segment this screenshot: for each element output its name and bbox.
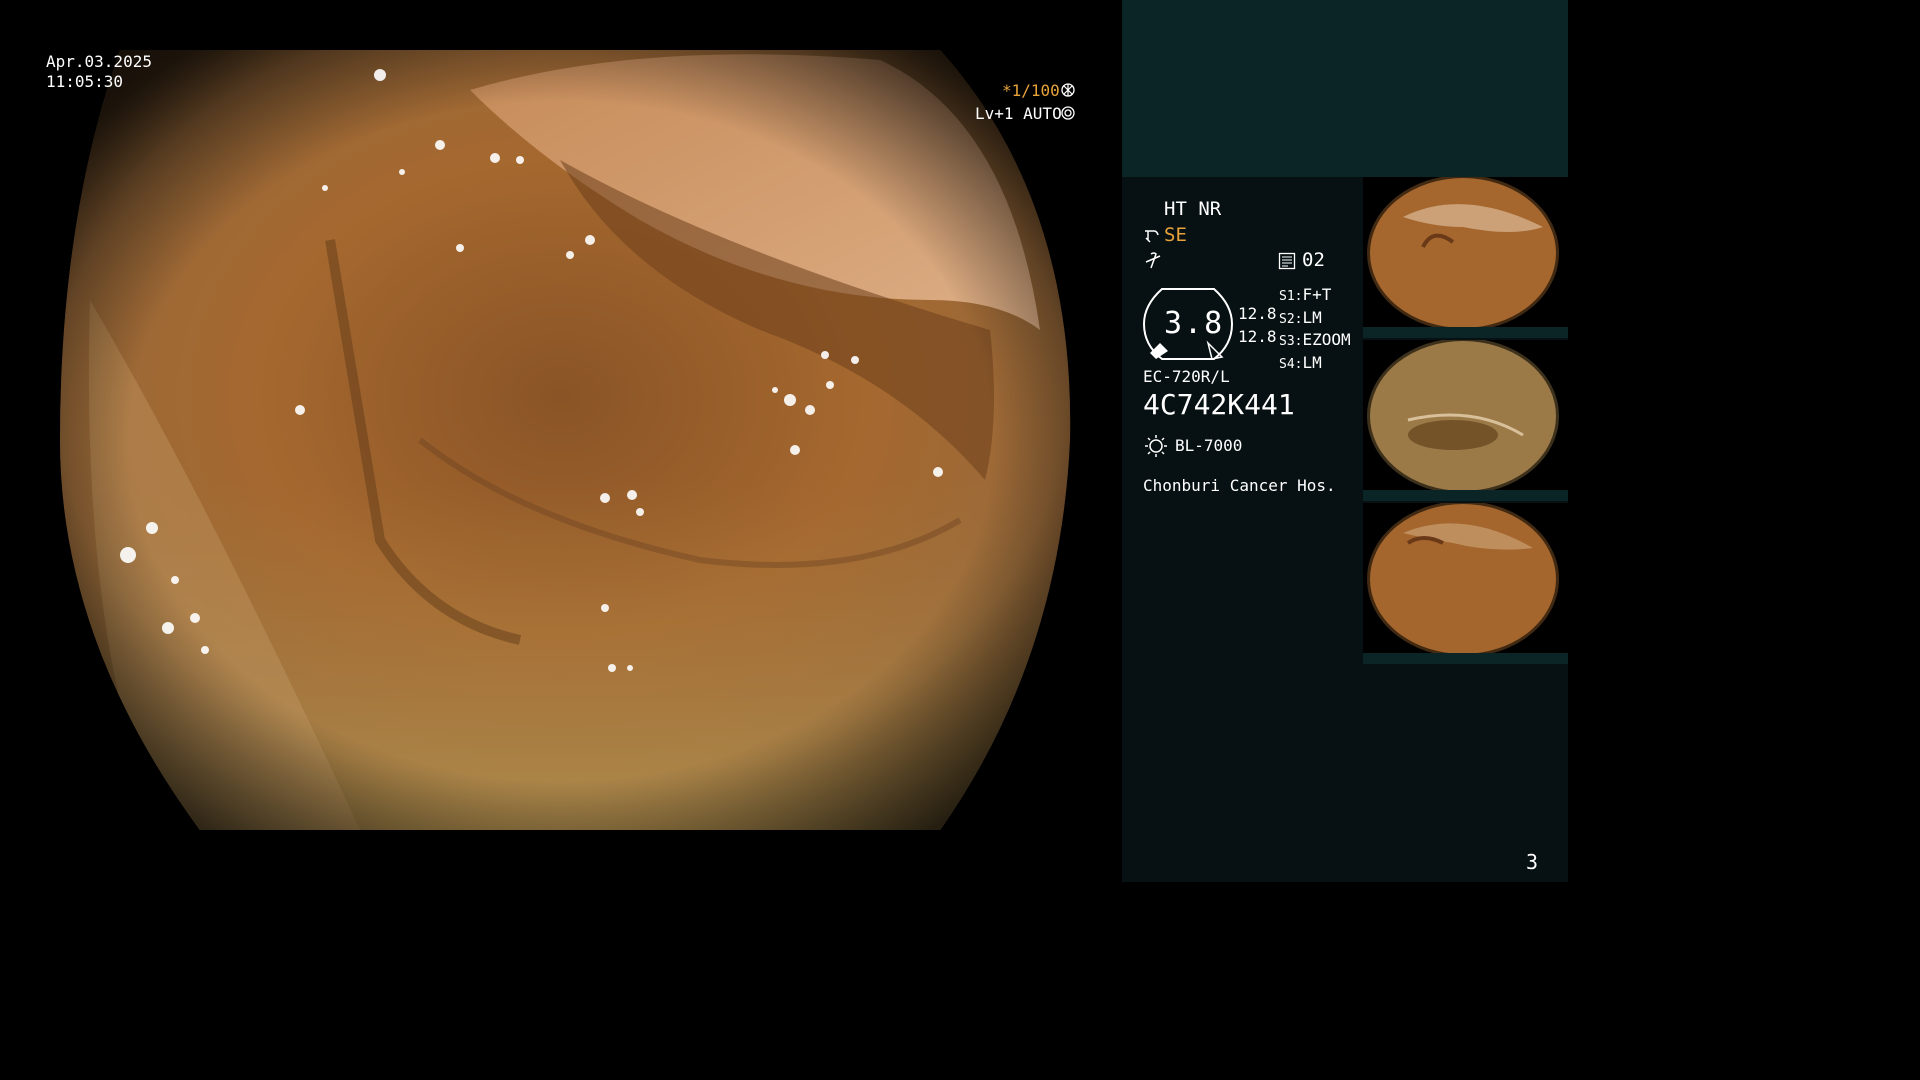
shutter-label: *1/100 — [1002, 81, 1060, 100]
switch-value: EZOOM — [1302, 330, 1351, 349]
time-label: 11:05:30 — [46, 72, 124, 91]
switch-value: F+T — [1302, 285, 1332, 304]
page-number: 3 — [1526, 850, 1539, 874]
thumbnail-1[interactable] — [1363, 177, 1568, 338]
endoscopic-image — [60, 50, 1071, 830]
level-label: Lv+1 AUTO — [975, 104, 1062, 123]
thumbnail-image — [1363, 177, 1568, 338]
shutter-icon — [1061, 83, 1075, 97]
switch-row-s1: S1:F+T — [1279, 285, 1332, 304]
switch-key: S1 — [1279, 289, 1295, 304]
switch-list: S1:F+T S2:LM S3:EZOOM S4:LM — [1279, 285, 1351, 375]
switch-value: LM — [1302, 307, 1322, 327]
switch-row-s2: S2:LM — [1279, 307, 1322, 327]
light-source-label: BL-7000 — [1175, 436, 1243, 455]
thumbnail-image — [1363, 503, 1568, 664]
panel-header-block — [1122, 0, 1568, 177]
endoscope-view: Apr.03.2025 11:05:30 *1/100 Lv+1 AUTO — [0, 0, 1122, 882]
switch-row-s3: S3:EZOOM — [1279, 330, 1351, 349]
thumbnail-3[interactable] — [1363, 503, 1568, 664]
switch-row-s4: S4:LM — [1279, 352, 1322, 372]
auto-iris-icon — [1061, 106, 1075, 120]
switch-key: S4 — [1279, 356, 1295, 372]
scope-serial: 4C742K441 — [1143, 388, 1295, 421]
hospital-name: Chonburi Cancer Hos. — [1143, 476, 1336, 495]
date-label: Apr.03.2025 — [46, 52, 152, 71]
switch-key: S2 — [1279, 311, 1295, 327]
structure-enhance-icon — [1144, 226, 1164, 244]
info-panel: HT NR SE 02 3.8 12.8 12.8 S1:F+T S2:LM S… — [1122, 0, 1568, 882]
color-enhance-icon — [1144, 250, 1162, 270]
se-label: SE — [1164, 224, 1187, 246]
thumbnail-2[interactable] — [1363, 340, 1568, 501]
switch-value: LM — [1302, 352, 1322, 372]
switch-key: S3 — [1279, 334, 1295, 349]
gauge-value: 3.8 — [1164, 306, 1225, 341]
memo-count: 02 — [1302, 249, 1325, 271]
scope-model: EC-720R/L — [1143, 367, 1230, 386]
gauge-side-2: 12.8 — [1238, 327, 1277, 346]
light-source-icon — [1144, 434, 1168, 458]
memo-icon — [1278, 252, 1296, 270]
thumbnail-image — [1363, 340, 1568, 501]
ht-nr-label: HT NR — [1164, 198, 1222, 220]
gauge-side-1: 12.8 — [1238, 304, 1277, 323]
